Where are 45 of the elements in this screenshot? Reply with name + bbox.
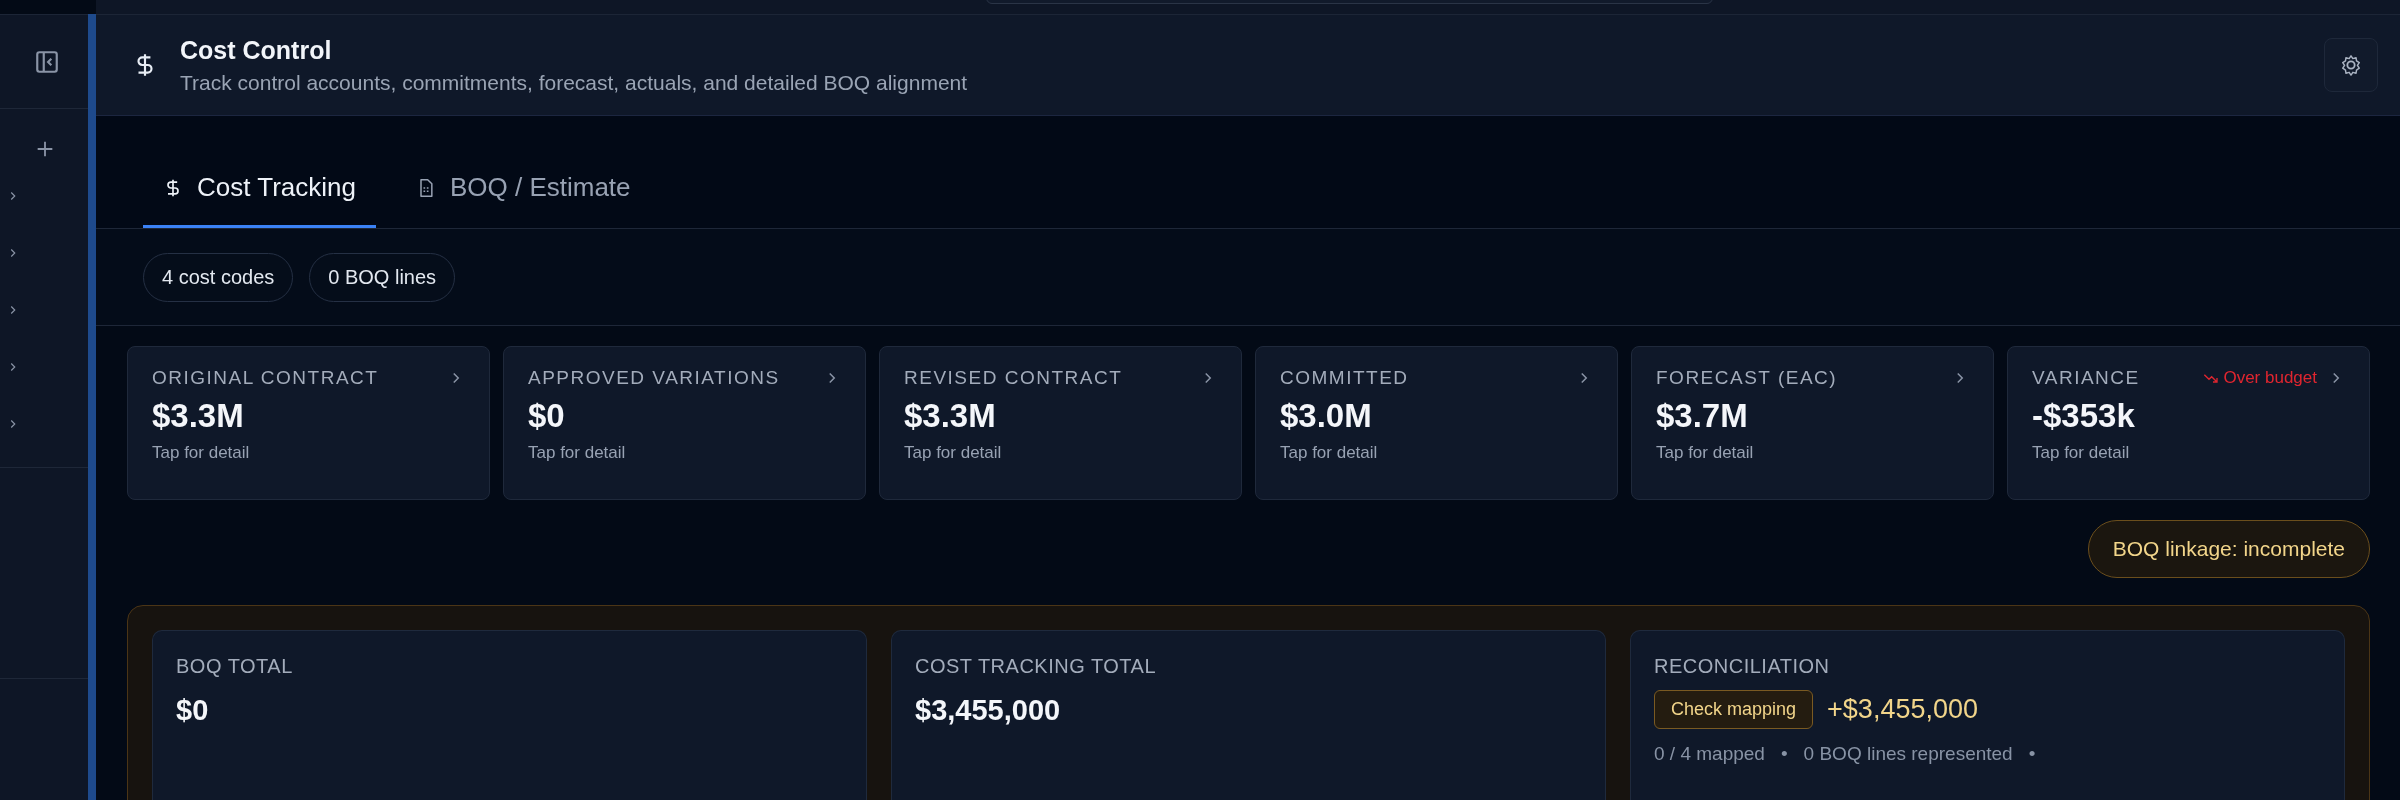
count-badge: 0 BOQ lines (309, 252, 456, 302)
page-title: Cost Control (180, 35, 333, 65)
kpi-label: APPROVED VARIATIONS (528, 367, 781, 389)
bullet-separator: • (1780, 743, 1788, 765)
kpi-value: $3.3M (152, 397, 245, 435)
kpi-hint: Tap for detail (152, 443, 251, 463)
kpi-card[interactable]: APPROVED VARIATIONS $0 Tap for detail (503, 346, 866, 500)
kpi-value: -$353k (2032, 397, 2136, 435)
settings-button[interactable] (2324, 38, 2378, 92)
check-mapping-badge: Check mapping (1654, 690, 1814, 729)
summary-value: $0 (176, 694, 210, 727)
kpi-value: $3.0M (1280, 397, 1373, 435)
kpi-label: FORECAST (EAC) (1656, 367, 1839, 389)
kpi-hint: Tap for detail (528, 443, 627, 463)
tab[interactable]: BOQ / Estimate (395, 172, 651, 228)
mapping-stat: 0 BOQ lines represented (1803, 743, 2013, 765)
kpi-card[interactable]: ORIGINAL CONTRACT $3.3M Tap for detail (127, 346, 490, 500)
kpi-label: REVISED CONTRACT (904, 367, 1124, 389)
kpi-card[interactable]: COMMITTED $3.0M Tap for detail (1255, 346, 1618, 500)
kpi-value: $3.3M (904, 397, 997, 435)
summary-value: +$3,455,000 (1827, 694, 1978, 725)
bullet-separator: • (2028, 743, 2036, 765)
kpi-value: $3.7M (1656, 397, 1749, 435)
settings-icon (2340, 54, 2362, 76)
kpi-label: ORIGINAL CONTRACT (152, 367, 380, 389)
mapping-stat: 0 / 4 mapped (1654, 743, 1765, 765)
summary-label: COST TRACKING TOTAL (915, 655, 1158, 678)
kpi-label: COMMITTED (1280, 367, 1410, 389)
count-badge: 4 cost codes (143, 252, 294, 302)
kpi-card[interactable]: REVISED CONTRACT $3.3M Tap for detail (879, 346, 1242, 500)
summary-value: $3,455,000 (915, 694, 1062, 727)
summary-label: BOQ TOTAL (176, 655, 294, 678)
summary-label: RECONCILIATION (1654, 655, 1831, 678)
kpi-hint: Tap for detail (1656, 443, 1755, 463)
kpi-hint: Tap for detail (1280, 443, 1379, 463)
kpi-hint: Tap for detail (904, 443, 1003, 463)
kpi-value: $0 (528, 397, 566, 435)
linkage-status-badge: BOQ linkage: incomplete (2087, 520, 2370, 578)
kpi-card[interactable]: FORECAST (EAC) $3.7M Tap for detail (1631, 346, 1994, 500)
kpi-label: VARIANCE (2032, 367, 2141, 389)
page-subtitle: Track control accounts, commitments, forecast, actuals, and detailed BOQ alignment (180, 70, 969, 95)
kpi-card[interactable]: VARIANCE Over budget -$353k Tap for detail (2007, 346, 2370, 500)
kpi-hint: Tap for detail (2032, 443, 2131, 463)
sidebar-collapse-icon[interactable] (34, 48, 60, 75)
budget-status: Over budget (2203, 368, 2317, 388)
